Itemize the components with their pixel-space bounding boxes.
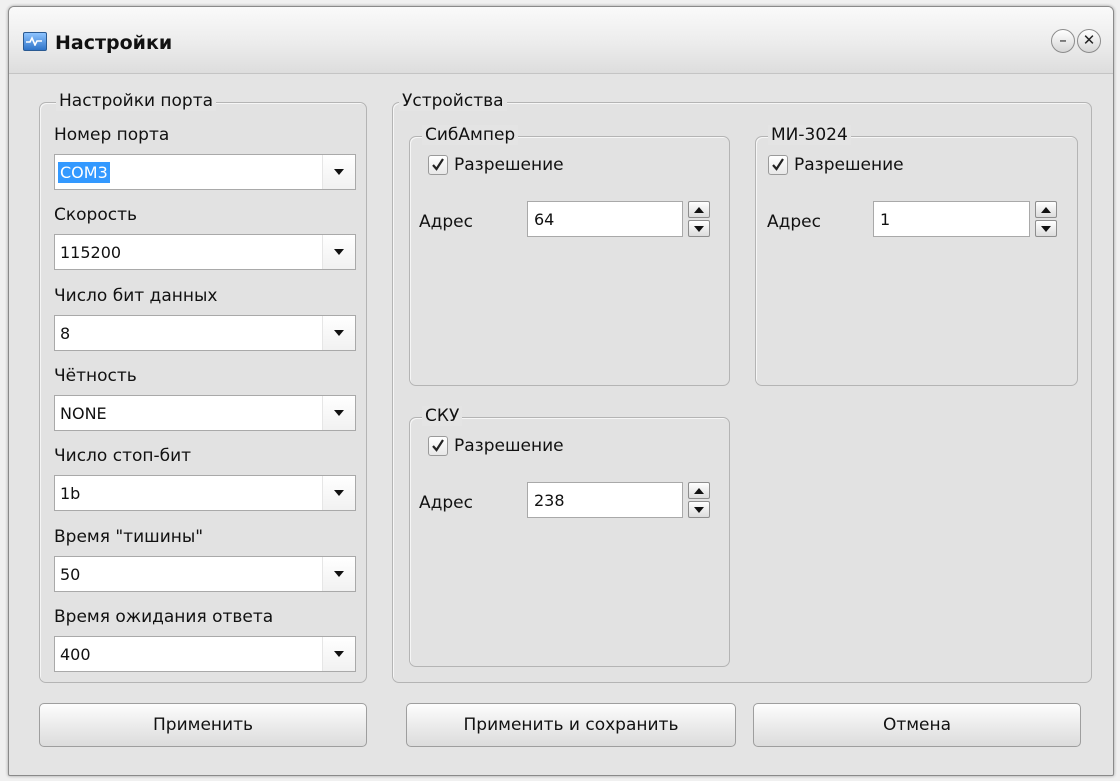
chevron-down-icon[interactable] <box>322 396 355 430</box>
settings-window: Настройки – ✕ Настройки порта Номер порт… <box>8 6 1114 776</box>
response-timeout-value: 400 <box>60 645 91 664</box>
parity-label: Чётность <box>54 366 137 386</box>
speed-label: Скорость <box>54 205 137 225</box>
port-number-combo[interactable]: COM3 <box>54 154 356 190</box>
mi3024-enable-checkbox[interactable]: Разрешение <box>768 155 904 175</box>
mi3024-address-label: Адрес <box>767 212 821 232</box>
mi3024-enable-label: Разрешение <box>794 155 904 175</box>
parity-combo[interactable]: NONE <box>54 395 356 431</box>
settings-app-icon <box>23 32 47 51</box>
sibamper-address-label: Адрес <box>419 212 473 232</box>
chevron-down-icon[interactable] <box>322 476 355 510</box>
sku-address-label: Адрес <box>419 493 473 513</box>
response-timeout-combo[interactable]: 400 <box>54 636 356 672</box>
data-bits-combo[interactable]: 8 <box>54 315 356 351</box>
sibamper-enable-label: Разрешение <box>454 155 564 175</box>
chevron-down-icon[interactable] <box>322 155 355 189</box>
stop-bits-value: 1b <box>60 484 81 503</box>
speed-value: 115200 <box>60 243 122 262</box>
sibamper-address-up-button[interactable] <box>688 201 710 218</box>
sibamper-address-down-button[interactable] <box>688 220 710 237</box>
silence-time-combo[interactable]: 50 <box>54 556 356 592</box>
sku-address-up-button[interactable] <box>688 482 710 499</box>
devices-group: Устройства СибАмпер Разрешение Адрес 64 … <box>392 91 1092 683</box>
sibamper-enable-checkbox[interactable]: Разрешение <box>428 155 564 175</box>
sku-address-value: 238 <box>534 491 565 510</box>
apply-and-save-button[interactable]: Применить и сохранить <box>406 703 736 747</box>
mi3024-group: МИ-3024 Разрешение Адрес 1 <box>755 125 1078 386</box>
sibamper-title: СибАмпер <box>422 125 519 145</box>
stop-bits-combo[interactable]: 1b <box>54 475 356 511</box>
sku-enable-checkbox[interactable]: Разрешение <box>428 436 564 456</box>
sku-address-input[interactable]: 238 <box>527 482 683 518</box>
stop-bits-label: Число стоп-бит <box>54 446 192 466</box>
silence-time-label: Время "тишины" <box>54 527 204 547</box>
devices-title: Устройства <box>399 91 507 111</box>
chevron-down-icon[interactable] <box>322 235 355 269</box>
chevron-down-icon[interactable] <box>322 637 355 671</box>
port-settings-title: Настройки порта <box>56 91 217 111</box>
mi3024-title: МИ-3024 <box>768 125 851 145</box>
mi3024-address-input[interactable]: 1 <box>873 201 1030 237</box>
cancel-button[interactable]: Отмена <box>753 703 1081 747</box>
mi3024-address-up-button[interactable] <box>1035 201 1057 218</box>
checkmark-icon <box>768 155 788 175</box>
mi3024-address-value: 1 <box>880 210 891 229</box>
chevron-down-icon[interactable] <box>322 557 355 591</box>
sku-address-down-button[interactable] <box>688 501 710 518</box>
sibamper-address-input[interactable]: 64 <box>527 201 683 237</box>
sku-group: СКУ Разрешение Адрес 238 <box>409 406 730 667</box>
silence-time-value: 50 <box>60 565 81 584</box>
sku-enable-label: Разрешение <box>454 436 564 456</box>
sibamper-group: СибАмпер Разрешение Адрес 64 <box>409 125 730 386</box>
data-bits-label: Число бит данных <box>54 286 218 306</box>
speed-combo[interactable]: 115200 <box>54 234 356 270</box>
mi3024-address-down-button[interactable] <box>1035 220 1057 237</box>
data-bits-value: 8 <box>60 324 71 343</box>
apply-button[interactable]: Применить <box>39 703 367 747</box>
window-title: Настройки <box>55 32 173 54</box>
sibamper-address-value: 64 <box>534 210 555 229</box>
checkmark-icon <box>428 155 448 175</box>
port-number-value: COM3 <box>58 162 110 183</box>
minimize-icon[interactable]: – <box>1051 29 1075 53</box>
chevron-down-icon[interactable] <box>322 316 355 350</box>
checkmark-icon <box>428 436 448 456</box>
title-bar[interactable]: Настройки – ✕ <box>9 7 1113 74</box>
port-number-label: Номер порта <box>54 125 170 145</box>
port-settings-group: Настройки порта Номер порта COM3 Скорост… <box>39 91 367 683</box>
response-timeout-label: Время ожидания ответа <box>54 607 274 627</box>
sku-title: СКУ <box>422 406 463 426</box>
parity-value: NONE <box>60 404 107 423</box>
close-icon[interactable]: ✕ <box>1077 29 1101 53</box>
